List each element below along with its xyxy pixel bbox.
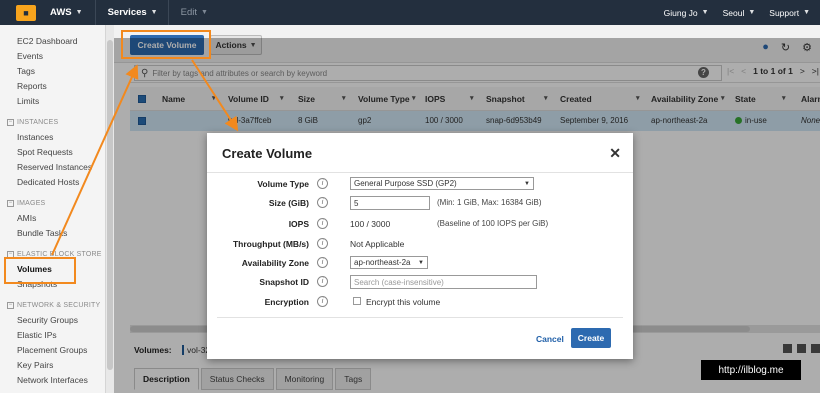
watermark: http://ilblog.me <box>701 360 801 380</box>
arrow-to-dialog <box>191 59 239 132</box>
annotation-arrows <box>51 59 239 256</box>
arrow-to-create-button <box>51 64 139 256</box>
